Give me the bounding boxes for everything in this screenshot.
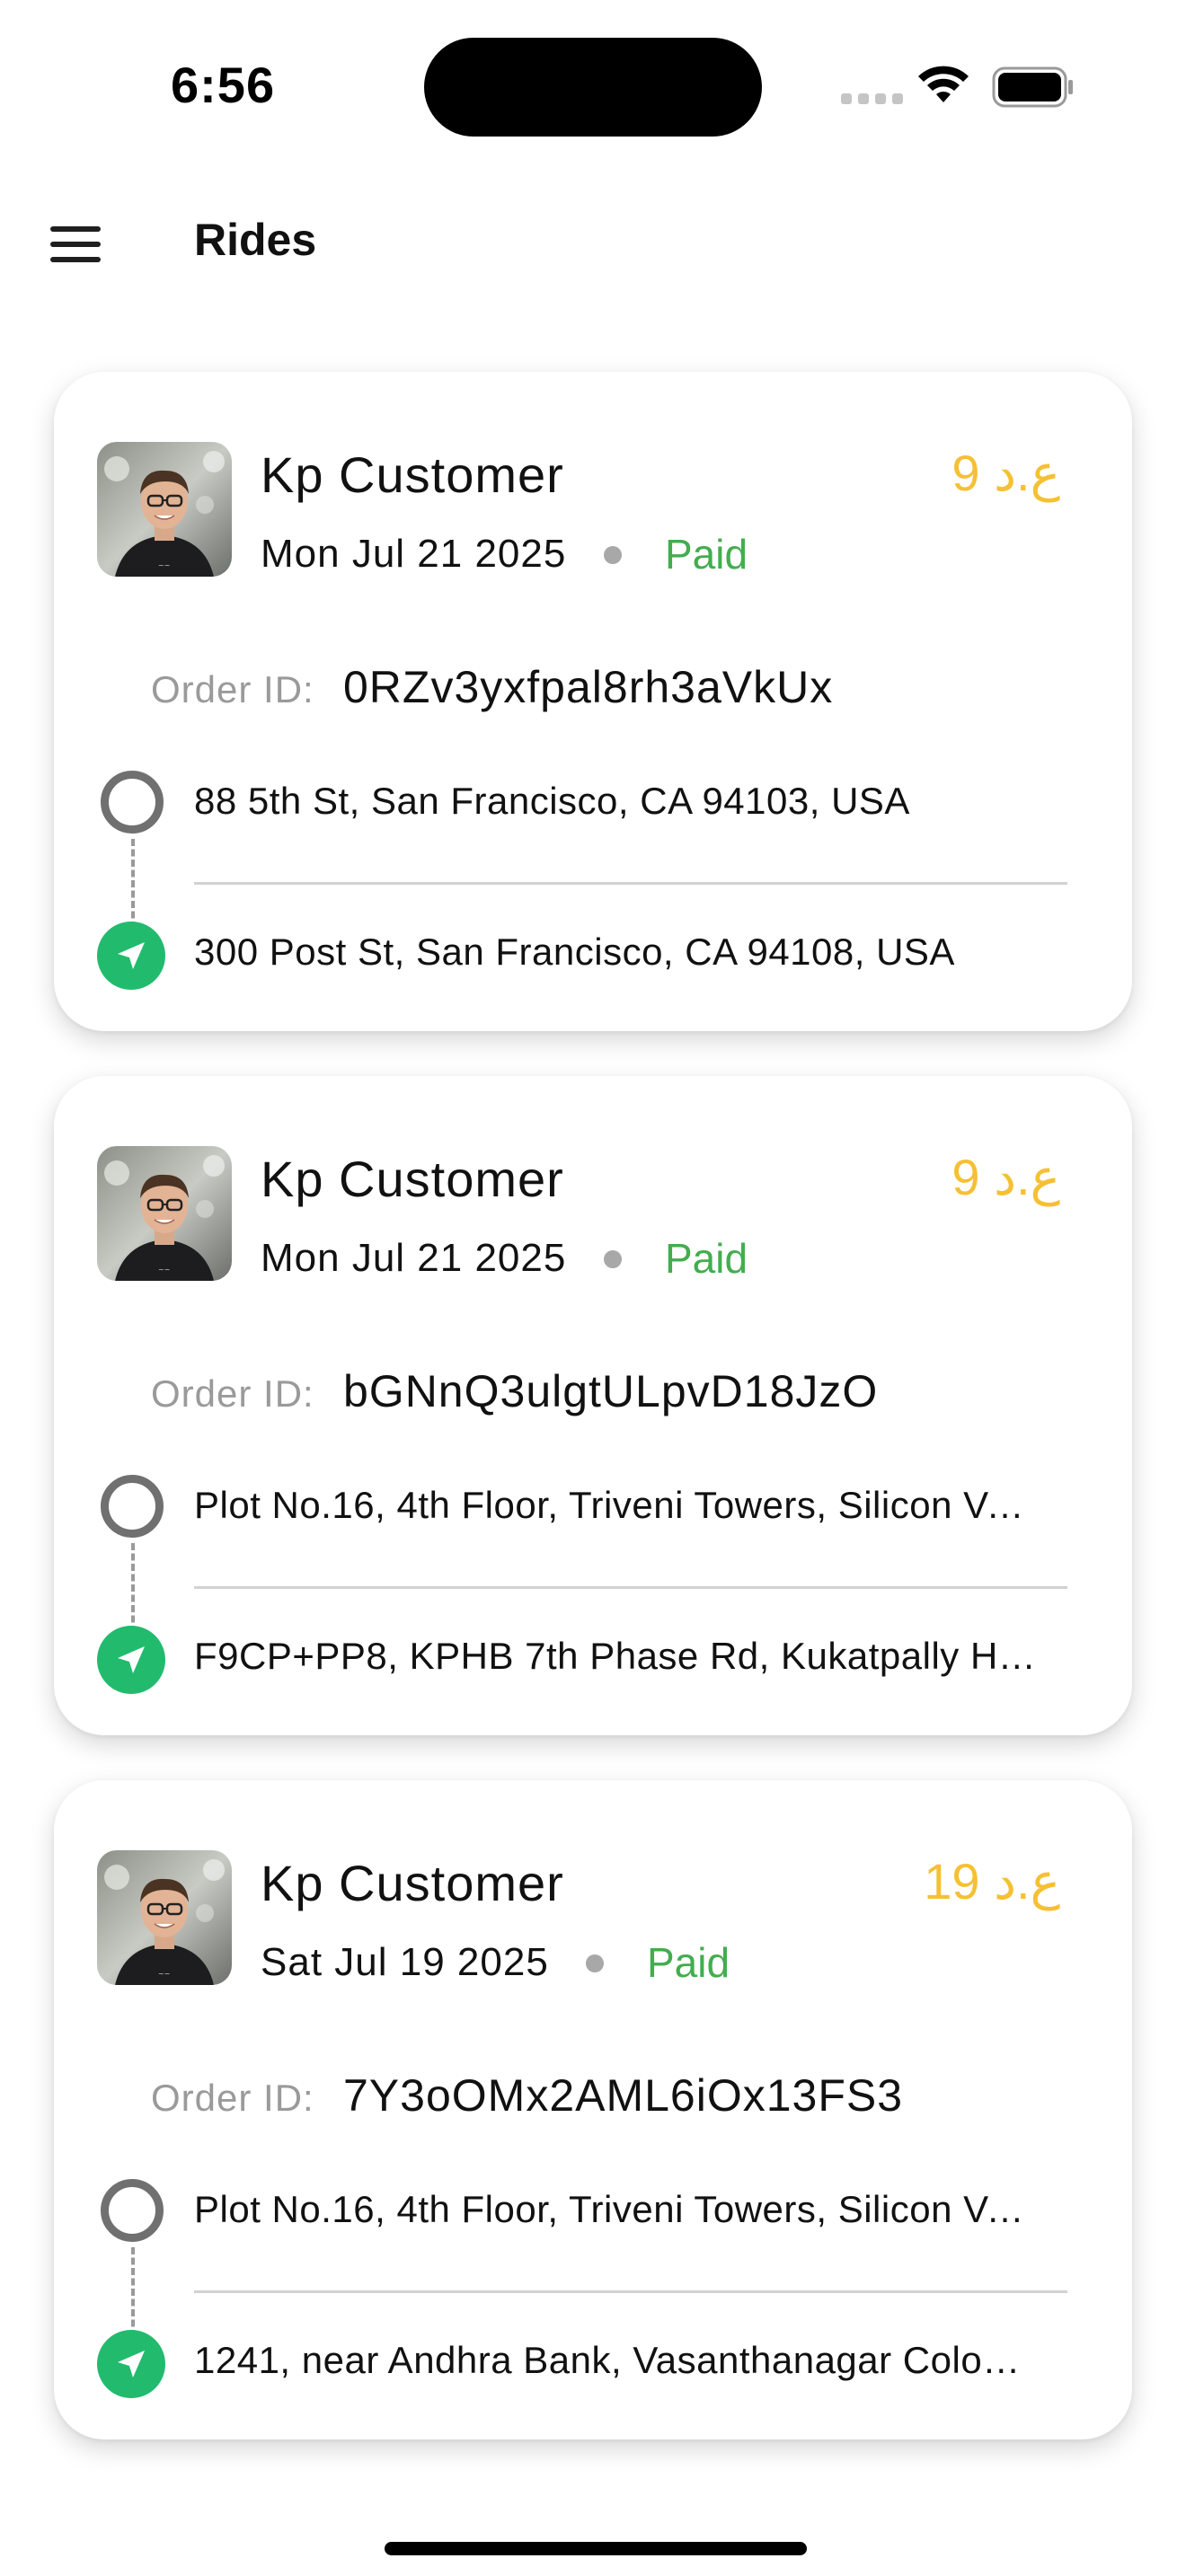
route-dashed-line: [131, 839, 135, 929]
pickup-address: Plot No.16, 4th Floor, Triveni Towers, S…: [194, 1484, 1039, 1526]
ride-card[interactable]: ~~ Kp Customer 19 ع.د Sat Jul 19 2025 Pa…: [54, 1780, 1132, 2439]
pickup-circle-icon: [101, 1475, 164, 1538]
pickup-circle-icon: [101, 2179, 164, 2242]
dynamic-island: [424, 38, 762, 137]
pickup-address: 88 5th St, San Francisco, CA 94103, USA: [194, 780, 910, 822]
dropoff-address: 1241, near Andhra Bank, Vasanthanagar Co…: [194, 2339, 1039, 2381]
customer-avatar: ~~: [97, 442, 232, 577]
ride-date: Sat Jul 19 2025: [261, 1940, 549, 1984]
ride-date: Mon Jul 21 2025: [261, 532, 567, 576]
battery-icon: [992, 66, 1073, 108]
customer-avatar: ~~: [97, 1850, 232, 1985]
cellular-signal-icon: [841, 93, 904, 106]
ride-price: 9 ع.د: [951, 445, 1060, 501]
separator-dot: [604, 546, 622, 564]
order-id-value: 0RZv3yxfpal8rh3aVkUx: [343, 662, 834, 712]
customer-name: Kp Customer: [261, 446, 564, 503]
customer-name: Kp Customer: [261, 1855, 564, 1911]
wifi-icon: [918, 66, 969, 102]
address-divider: [194, 1586, 1067, 1589]
page-title: Rides: [194, 215, 317, 265]
customer-name: Kp Customer: [261, 1151, 564, 1207]
svg-text:~~: ~~: [158, 1970, 170, 1978]
customer-avatar: ~~: [97, 1146, 232, 1281]
dropoff-address: F9CP+PP8, KPHB 7th Phase Rd, Kukatpally …: [194, 1635, 1039, 1677]
svg-text:~~: ~~: [158, 561, 170, 569]
route-dashed-line: [131, 2247, 135, 2337]
status-time: 6:56: [171, 57, 276, 113]
navigation-arrow-icon: [97, 1626, 165, 1694]
ride-date: Mon Jul 21 2025: [261, 1236, 567, 1280]
status-bar: 6:56: [0, 0, 1186, 171]
order-id-label: Order ID:: [151, 2077, 314, 2119]
svg-text:~~: ~~: [158, 1266, 170, 1274]
payment-status: Paid: [647, 1939, 730, 1986]
route-dashed-line: [131, 1543, 135, 1633]
ride-card[interactable]: ~~ Kp Customer 9 ع.د Mon Jul 21 2025 Pai…: [54, 372, 1132, 1031]
order-id-label: Order ID:: [151, 1372, 314, 1415]
address-divider: [194, 2290, 1067, 2293]
payment-status: Paid: [665, 1235, 748, 1282]
navigation-arrow-icon: [97, 922, 165, 990]
navigation-arrow-icon: [97, 2330, 165, 2398]
address-divider: [194, 882, 1067, 885]
ride-card[interactable]: ~~ Kp Customer 9 ع.د Mon Jul 21 2025 Pai…: [54, 1076, 1132, 1735]
menu-button[interactable]: [50, 226, 101, 262]
pickup-address: Plot No.16, 4th Floor, Triveni Towers, S…: [194, 2188, 1039, 2230]
dropoff-address: 300 Post St, San Francisco, CA 94108, US…: [194, 931, 955, 973]
ride-price: 9 ع.د: [951, 1149, 1060, 1205]
separator-dot: [604, 1250, 622, 1268]
ride-price: 19 ع.د: [924, 1853, 1060, 1910]
order-id-value: 7Y3oOMx2AML6iOx13FS3: [343, 2070, 904, 2121]
order-id-value: bGNnQ3ulgtULpvD18JzO: [343, 1366, 879, 1416]
separator-dot: [586, 1954, 604, 1972]
home-indicator: [385, 2542, 807, 2555]
pickup-circle-icon: [101, 771, 164, 834]
order-id-label: Order ID:: [151, 668, 314, 710]
payment-status: Paid: [665, 531, 748, 578]
